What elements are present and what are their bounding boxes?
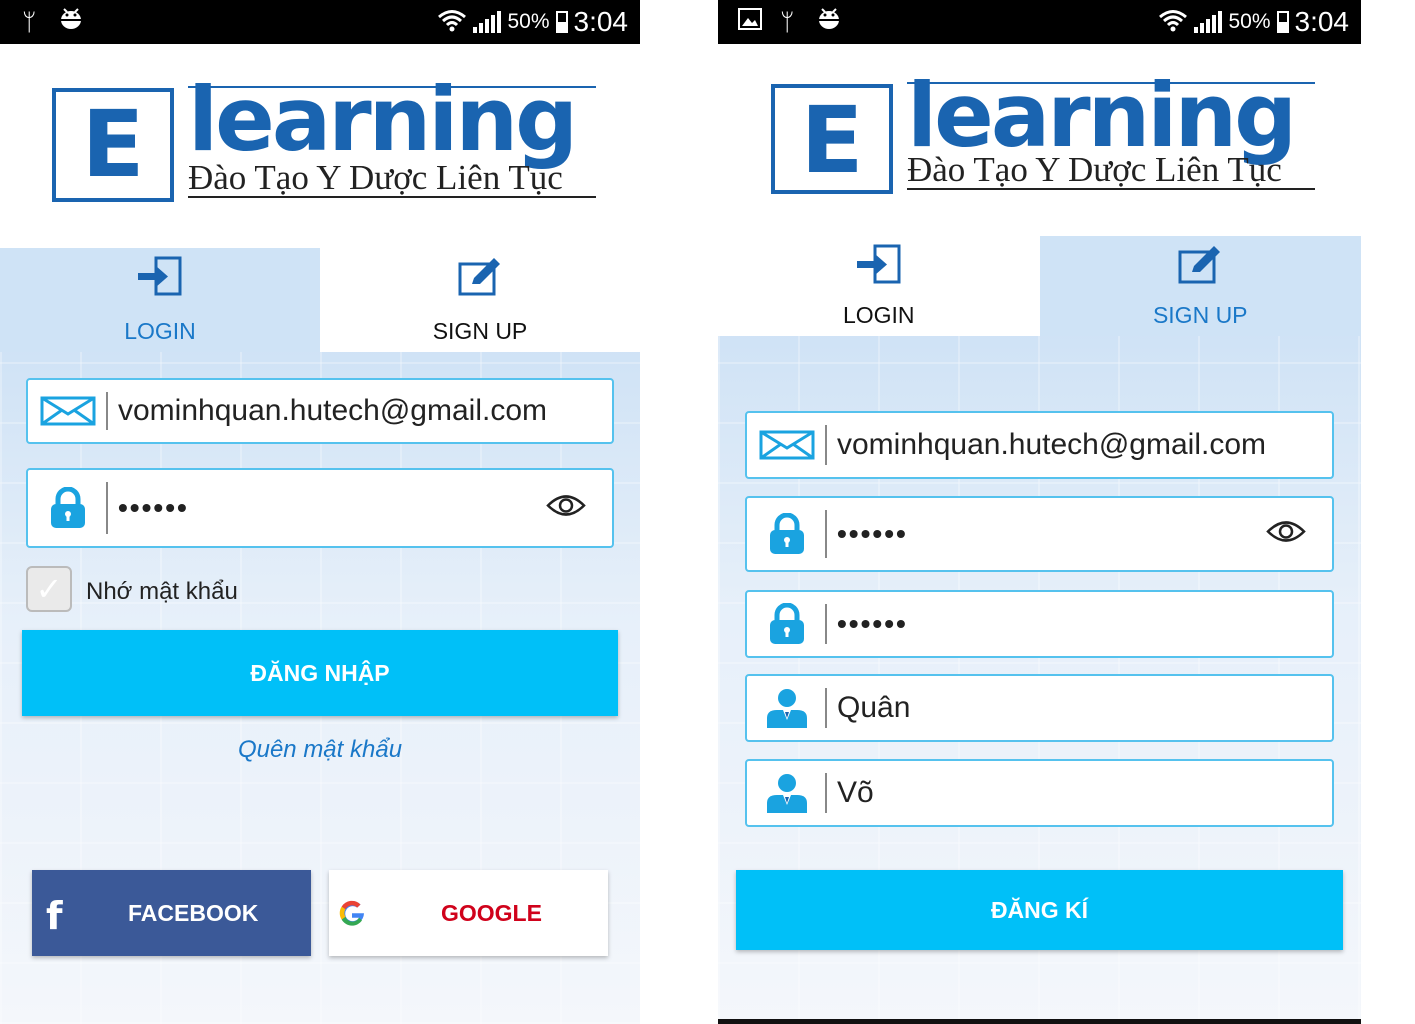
confirm-password-field[interactable]: •••••• [745,590,1334,658]
wifi-icon [437,8,467,37]
battery-icon [1276,11,1289,33]
show-password-icon[interactable] [1266,520,1306,549]
usb-icon: ᛘ [780,8,795,36]
tab-login[interactable]: LOGIN [718,236,1040,336]
google-icon [337,898,367,933]
tab-login-label: LOGIN [842,302,915,328]
logo-tagline: Đào Tạo Y Dược Liên Tục [188,158,563,197]
password-field[interactable]: •••••• [26,468,614,548]
google-button[interactable]: GOOGLE [329,870,608,956]
usb-icon: ᛘ [22,8,37,36]
logo-word: learning [907,64,1297,167]
email-value: vominhquan.hutech@gmail.com [837,428,1267,461]
mail-icon [757,423,817,467]
battery-percent: 50% [1228,10,1271,33]
password-value: •••••• [118,492,189,523]
edit-icon [458,258,500,296]
remember-checkbox[interactable]: ✓ [26,566,72,612]
forgot-password-link[interactable]: Quên mật khẩu [0,736,640,764]
facebook-button[interactable]: f FACEBOOK [32,870,311,956]
status-bar: ᛘ 50% 3:04 [0,0,640,44]
email-value: vominhquan.hutech@gmail.com [118,394,548,427]
email-field[interactable]: vominhquan.hutech@gmail.com [26,378,614,444]
logo-tagline: Đào Tạo Y Dược Liên Tục [907,150,1282,189]
battery-icon [555,11,568,33]
tab-signup-label: SIGN UP [432,318,528,344]
clock: 3:04 [573,6,629,37]
signup-form-panel: vominhquan.hutech@gmail.com •••••• •••••… [718,336,1361,1024]
first-name-value: Quân [837,691,911,724]
lock-icon [38,486,98,530]
edit-icon [1178,246,1221,284]
tab-login[interactable]: LOGIN [0,248,320,352]
register-button[interactable]: ĐĂNG KÍ [736,870,1343,950]
tab-login-label: LOGIN [124,318,196,344]
show-password-icon[interactable] [546,494,586,523]
clock: 3:04 [1294,6,1350,37]
logo-letter: E [52,88,174,202]
logo-letter: E [771,84,893,194]
status-bar: ᛘ 50% 3:04 [718,0,1361,44]
signal-icon [473,11,502,33]
tab-signup[interactable]: SIGN UP [320,248,640,352]
password-value: •••••• [837,518,908,549]
confirm-password-value: •••••• [837,608,908,639]
remember-label: Nhớ mật khẩu [86,578,238,605]
auth-tabs: LOGIN SIGN UP [0,248,640,352]
image-icon [738,8,762,36]
email-field[interactable]: vominhquan.hutech@gmail.com [745,411,1334,479]
tab-signup[interactable]: SIGN UP [1039,236,1361,336]
user-icon [757,686,817,730]
facebook-label: FACEBOOK [128,899,259,926]
mail-icon [38,389,98,433]
facebook-icon: f [46,894,63,938]
lock-icon [757,602,817,646]
logo-word: learning [188,68,578,171]
signal-icon [1194,11,1223,33]
google-label: GOOGLE [441,899,542,926]
android-debug-icon [58,8,84,38]
login-button[interactable]: ĐĂNG NHẬP [22,630,618,716]
first-name-field[interactable]: Quân [745,674,1334,742]
app-logo: E learning Đào Tạo Y Dược Liên Tục [52,76,612,204]
password-field[interactable]: •••••• [745,496,1334,572]
last-name-value: Võ [837,776,874,809]
login-icon [138,256,182,296]
app-logo: E learning Đào Tạo Y Dược Liên Tục [771,72,1331,200]
last-name-field[interactable]: Võ [745,759,1334,827]
login-screen: ᛘ 50% 3:04 E learning Đào Tạo Y Dược Liê… [0,0,640,1024]
battery-percent: 50% [507,10,550,33]
login-form-panel: vominhquan.hutech@gmail.com •••••• ✓ Nhớ… [0,352,640,1024]
android-debug-icon [816,8,842,38]
wifi-icon [1158,8,1188,37]
signup-screen: ᛘ 50% 3:04 E learning Đào Tạo Y Dược Liê… [718,0,1361,1024]
user-icon [757,771,817,815]
lock-icon [757,512,817,556]
tab-signup-label: SIGN UP [1152,302,1248,328]
auth-tabs: LOGIN SIGN UP [718,236,1361,336]
login-icon [856,244,901,284]
